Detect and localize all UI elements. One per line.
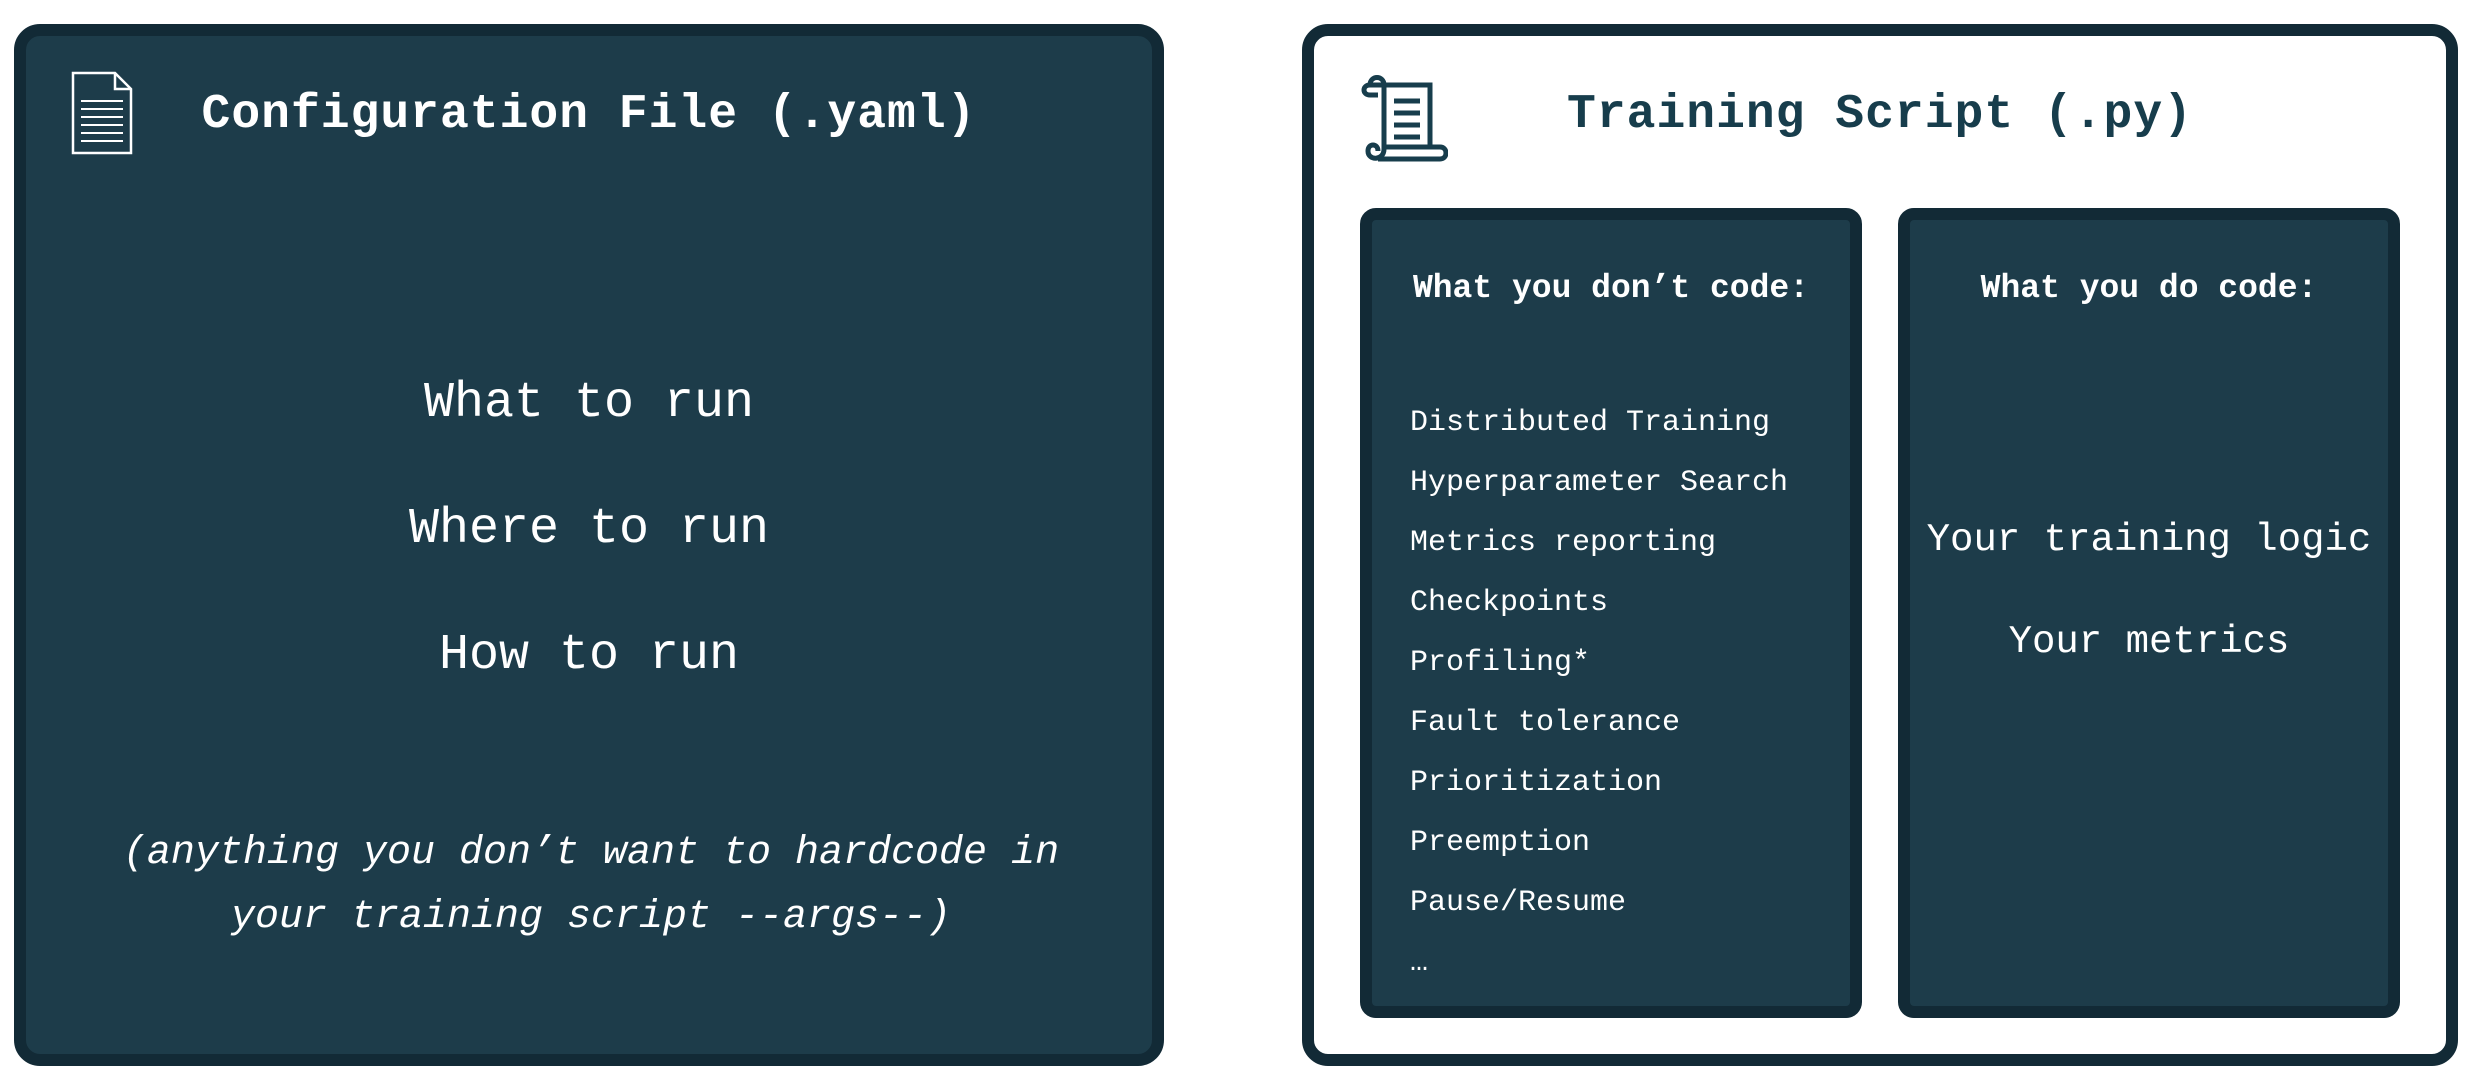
training-script-title: Training Script (.py) <box>1567 88 2193 142</box>
list-item: Your metrics <box>2008 620 2290 664</box>
list-item: Your training logic <box>1926 518 2372 562</box>
config-note: (anything you don’t want to hardcode in … <box>122 831 1060 940</box>
config-file-panel: Configuration File (.yaml) What to run W… <box>14 24 1164 1066</box>
config-item-how: How to run <box>438 627 740 684</box>
config-item-what: What to run <box>423 375 755 432</box>
list-item: Pause/Resume <box>1410 886 1627 920</box>
list-item: Prioritization <box>1410 766 1663 800</box>
config-file-title: Configuration File (.yaml) <box>201 88 977 142</box>
list-item: Checkpoints <box>1410 586 1609 620</box>
list-item: Preemption <box>1410 826 1591 860</box>
list-item: Hyperparameter Search <box>1410 466 1789 500</box>
list-item: Metrics reporting <box>1410 526 1717 560</box>
do-code-list: Your training logic Your metrics <box>1920 515 2378 719</box>
dont-code-heading: What you don’t code: <box>1412 270 1810 307</box>
list-item: Fault tolerance <box>1410 706 1681 740</box>
dont-code-list: Distributed Training Hyperparameter Sear… <box>1410 405 1788 1005</box>
config-items-list: What to run Where to run How to run <box>26 374 1152 752</box>
do-code-box: What you do code: Your training logic Yo… <box>1898 208 2400 1018</box>
list-item: Distributed Training <box>1410 406 1771 440</box>
list-item: Profiling* <box>1410 646 1591 680</box>
dont-code-box: What you don’t code: Distributed Trainin… <box>1360 208 1862 1018</box>
config-item-where: Where to run <box>408 501 770 558</box>
do-code-heading: What you do code: <box>1980 270 2318 307</box>
list-item: … <box>1410 946 1429 980</box>
training-script-panel: Training Script (.py) What you don’t cod… <box>1302 24 2458 1066</box>
